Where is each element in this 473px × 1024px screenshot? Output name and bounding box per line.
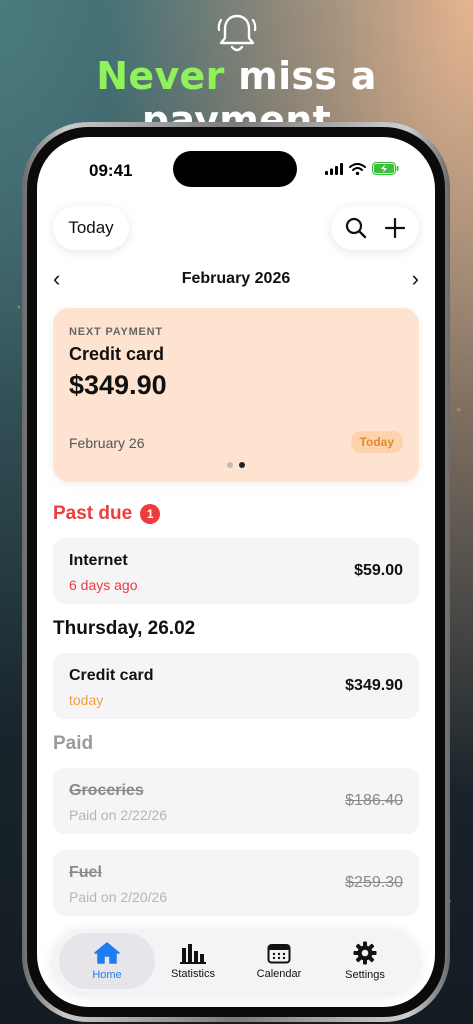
payment-name: Fuel [69, 864, 102, 881]
gear-icon [353, 941, 377, 965]
page-dot [227, 462, 233, 468]
payment-name: Groceries [69, 782, 144, 799]
wifi-icon [349, 162, 366, 175]
tab-label: Home [92, 969, 122, 981]
payment-subtitle: today [69, 692, 104, 708]
page-indicator[interactable] [227, 462, 245, 468]
tab-home[interactable]: Home [59, 933, 155, 989]
phone-bezel: 09:41 Today ‹ February 2026 › NEXT PAYME… [27, 127, 445, 1017]
chart-icon [180, 944, 206, 964]
next-payment-label: NEXT PAYMENT [69, 326, 163, 338]
battery-charging-icon [372, 162, 399, 175]
tab-label: Settings [345, 969, 385, 981]
month-title: February 2026 [181, 270, 291, 287]
page-dot-active [239, 462, 245, 468]
cellular-signal-icon [325, 162, 343, 175]
payment-row[interactable]: Credit card today $349.90 [53, 653, 419, 719]
past-due-title: Past due [53, 503, 133, 524]
tab-settings[interactable]: Settings [317, 933, 413, 989]
next-month-chevron-icon[interactable]: › [412, 267, 419, 291]
status-time: 09:41 [89, 161, 133, 180]
toolbar-actions [331, 206, 419, 250]
today-button[interactable]: Today [53, 206, 129, 250]
payment-amount: $59.00 [354, 562, 403, 579]
home-icon [94, 942, 120, 964]
payment-name: Credit card [69, 667, 154, 684]
paid-row[interactable]: Fuel Paid on 2/20/26 $259.30 [53, 850, 419, 916]
tab-bar: Home Statistics Calendar Settings [53, 929, 419, 993]
tab-calendar[interactable]: Calendar [231, 933, 327, 989]
search-icon[interactable] [345, 217, 367, 239]
payment-subtitle: Paid on 2/22/26 [69, 807, 168, 823]
tab-label: Statistics [170, 968, 215, 980]
payment-subtitle: 6 days ago [69, 577, 138, 593]
app-screen: 09:41 Today ‹ February 2026 › NEXT PAYME… [37, 137, 435, 1007]
payment-row[interactable]: Internet 6 days ago $59.00 [53, 538, 419, 604]
past-due-header: Past due 1 [53, 503, 161, 525]
next-payment-card[interactable]: NEXT PAYMENT Credit card $349.90 Februar… [53, 308, 419, 482]
phone-frame: 09:41 Today ‹ February 2026 › NEXT PAYME… [22, 122, 450, 1022]
next-payment-name: Credit card [69, 344, 165, 364]
dynamic-island [173, 151, 297, 187]
month-navigator: ‹ February 2026 › [37, 267, 435, 291]
payment-amount: $186.40 [345, 792, 403, 809]
day-header: Thursday, 26.02 [53, 618, 196, 639]
tab-label: Calendar [256, 968, 302, 980]
payment-name: Internet [69, 552, 128, 569]
headline-accent: Never [96, 54, 225, 98]
payment-amount: $349.90 [345, 677, 403, 694]
tab-statistics[interactable]: Statistics [145, 933, 241, 989]
payment-amount: $259.30 [345, 874, 403, 891]
today-badge: Today [350, 431, 403, 453]
past-due-count-badge: 1 [140, 504, 161, 524]
paid-header: Paid [53, 733, 94, 754]
payment-subtitle: Paid on 2/20/26 [69, 889, 168, 905]
paid-row[interactable]: Groceries Paid on 2/22/26 $186.40 [53, 768, 419, 834]
status-icons [325, 162, 399, 175]
next-payment-date: February 26 [69, 435, 145, 451]
next-payment-amount: $349.90 [69, 370, 167, 400]
plus-icon[interactable] [385, 218, 405, 238]
bell-icon [217, 14, 257, 52]
calendar-icon [267, 944, 291, 964]
